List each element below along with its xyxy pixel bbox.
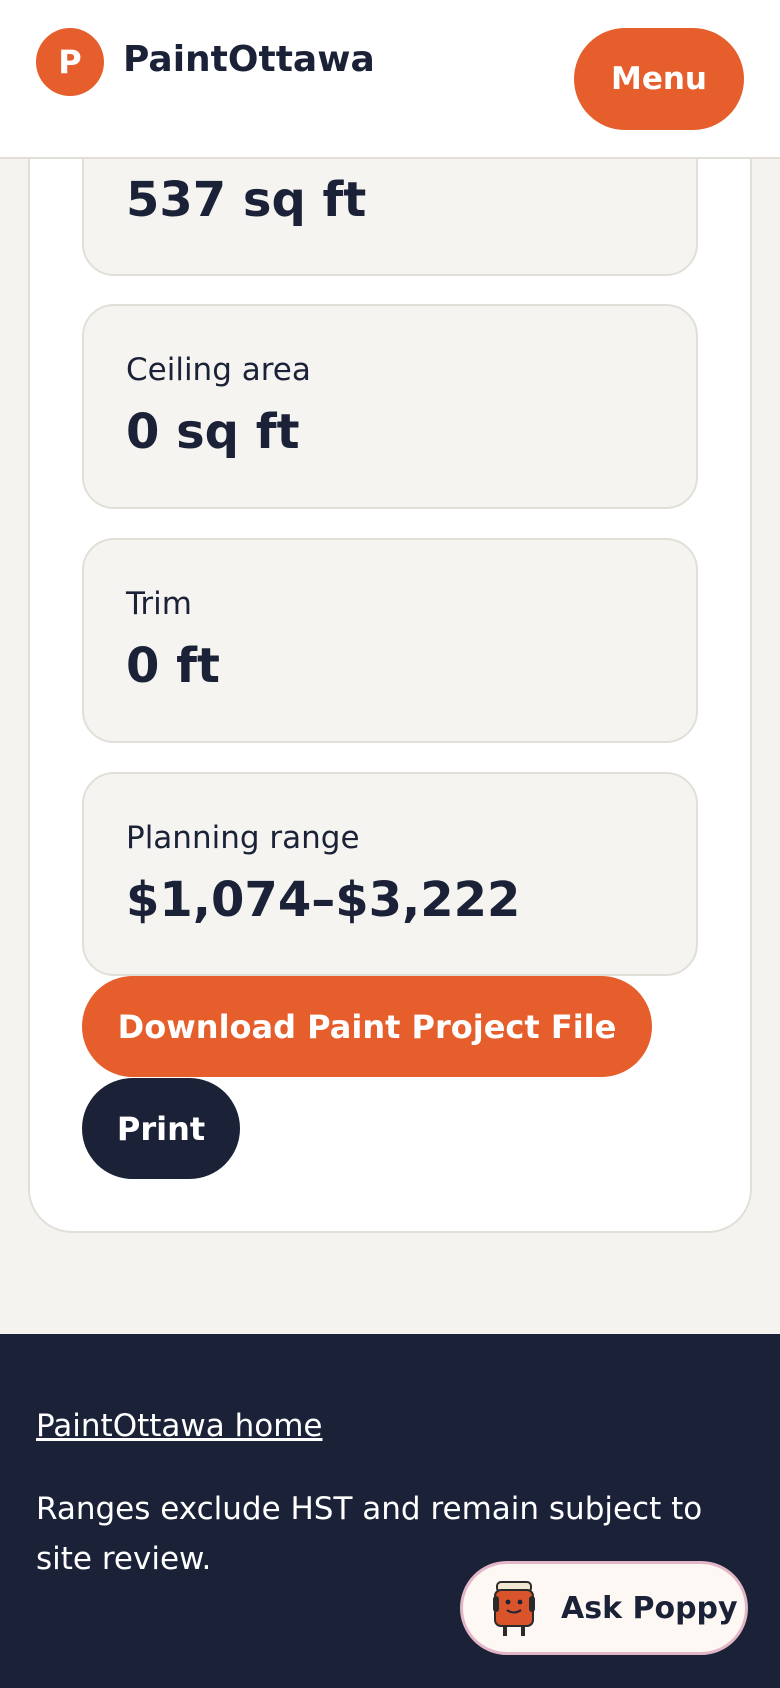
ask-poppy-button[interactable]: Ask Poppy <box>460 1561 748 1655</box>
trim-label: Trim <box>126 586 192 622</box>
paint-can-mascot-icon <box>493 1581 535 1636</box>
ceiling-area-label: Ceiling area <box>126 352 311 388</box>
brand-name[interactable]: PaintOttawa <box>123 36 375 84</box>
trim-card: Trim 0 ft <box>82 538 698 743</box>
logo-icon[interactable]: P <box>36 28 104 96</box>
print-button[interactable]: Print <box>82 1078 240 1179</box>
ask-poppy-label: Ask Poppy <box>561 1591 738 1626</box>
download-project-file-button[interactable]: Download Paint Project File <box>82 976 652 1077</box>
site-header: P PaintOttawa Menu <box>0 0 780 159</box>
footer-home-link[interactable]: PaintOttawa home <box>36 1406 323 1446</box>
planning-range-value: $1,074–$3,222 <box>126 872 521 928</box>
planning-range-card: Planning range $1,074–$3,222 <box>82 772 698 976</box>
menu-button[interactable]: Menu <box>574 28 744 130</box>
wall-area-value: 537 sq ft <box>126 172 367 228</box>
ceiling-area-card: Ceiling area 0 sq ft <box>82 304 698 509</box>
trim-value: 0 ft <box>126 638 220 694</box>
planning-range-label: Planning range <box>126 820 360 856</box>
ceiling-area-value: 0 sq ft <box>126 404 300 460</box>
